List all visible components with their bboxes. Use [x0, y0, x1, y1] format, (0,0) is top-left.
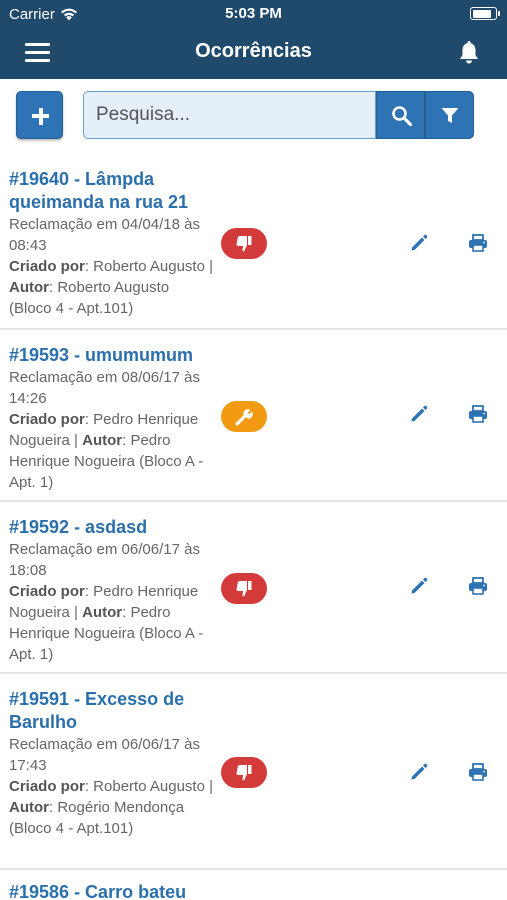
add-occurrence-button[interactable] — [16, 91, 63, 139]
printer-icon — [469, 405, 487, 423]
item-text: #19593 - umumumum Reclamação em 08/06/17 … — [9, 344, 214, 493]
print-button[interactable] — [467, 232, 489, 254]
item-authors: Criado por: Pedro Henrique Nogueira | Au… — [9, 409, 214, 493]
status-badge[interactable] — [221, 573, 267, 604]
edit-button[interactable] — [408, 232, 430, 254]
created-by-label: Criado por — [9, 258, 85, 275]
pencil-icon — [411, 405, 428, 422]
edit-button[interactable] — [408, 575, 430, 597]
item-authors: Criado por: Roberto Augusto | Autor: Rog… — [9, 776, 214, 839]
edit-button[interactable] — [408, 403, 430, 425]
created-by-value: : Roberto Augusto | — [84, 258, 213, 275]
status-badge[interactable] — [221, 757, 267, 788]
author-label: Autor — [9, 799, 49, 816]
item-title[interactable]: #19640 - Lâmpda queimanda na rua 21 — [9, 168, 214, 214]
print-button[interactable] — [467, 761, 489, 783]
edit-button[interactable] — [408, 761, 430, 783]
bell-icon[interactable] — [457, 40, 481, 66]
status-badge[interactable] — [221, 228, 267, 259]
item-authors: Criado por: Roberto Augusto | Autor: Rob… — [9, 256, 214, 319]
filter-button[interactable] — [425, 91, 474, 139]
created-by-label: Criado por — [9, 411, 85, 428]
printer-icon — [469, 234, 487, 252]
pencil-icon — [411, 234, 428, 251]
wrench-icon — [235, 409, 253, 426]
clock: 5:03 PM — [225, 5, 282, 22]
item-text: #19640 - Lâmpda queimanda na rua 21 Recla… — [9, 168, 214, 319]
item-date: Reclamação em 08/06/17 às 14:26 — [9, 369, 200, 407]
item-title[interactable]: #19591 - Excesso de Barulho — [9, 688, 214, 734]
list-item[interactable]: #19586 - Carro bateu — [0, 870, 507, 900]
thumbs-down-icon — [236, 765, 252, 781]
print-button[interactable] — [467, 403, 489, 425]
page-title: Ocorrências — [195, 40, 312, 62]
battery-level — [472, 9, 492, 18]
item-authors: Criado por: Pedro Henrique Nogueira | Au… — [9, 581, 214, 665]
created-by-label: Criado por — [9, 778, 85, 795]
search-button[interactable] — [376, 91, 425, 139]
list-item[interactable]: #19592 - asdasd Reclamação em 06/06/17 às… — [0, 502, 507, 674]
status-badge[interactable] — [221, 401, 267, 432]
item-date: Reclamação em 06/06/17 às 17:43 — [9, 736, 200, 774]
pencil-icon — [411, 577, 428, 594]
search-input[interactable] — [83, 91, 376, 139]
item-text: #19592 - asdasd Reclamação em 06/06/17 às… — [9, 516, 214, 665]
item-title[interactable]: #19592 - asdasd — [9, 516, 214, 539]
created-by-value: : Roberto Augusto | — [84, 778, 213, 795]
item-text: #19586 - Carro bateu — [9, 881, 214, 900]
item-text: #19591 - Excesso de Barulho Reclamação em… — [9, 688, 214, 839]
search-icon — [392, 106, 413, 127]
item-date: Reclamação em 04/04/18 às 08:43 — [9, 216, 200, 254]
print-button[interactable] — [467, 575, 489, 597]
thumbs-down-icon — [236, 581, 252, 597]
navigation-bar: Ocorrências — [0, 28, 507, 79]
battery-icon — [470, 7, 500, 20]
list-item[interactable]: #19640 - Lâmpda queimanda na rua 21 Recla… — [0, 154, 507, 330]
item-title[interactable]: #19586 - Carro bateu — [9, 881, 214, 900]
search-bar — [0, 79, 507, 154]
author-label: Autor — [82, 432, 123, 449]
printer-icon — [469, 763, 487, 781]
list-item[interactable]: #19591 - Excesso de Barulho Reclamação em… — [0, 674, 507, 870]
filter-icon — [441, 108, 459, 123]
author-label: Autor — [9, 279, 49, 296]
author-label: Autor — [82, 604, 123, 621]
created-by-label: Criado por — [9, 583, 85, 600]
printer-icon — [469, 577, 487, 595]
item-title[interactable]: #19593 - umumumum — [9, 344, 214, 367]
item-date: Reclamação em 06/06/17 às 18:08 — [9, 541, 200, 579]
list-item[interactable]: #19593 - umumumum Reclamação em 08/06/17 … — [0, 330, 507, 502]
status-bar: Carrier 5:03 PM — [0, 0, 507, 28]
thumbs-down-icon — [236, 236, 252, 252]
pencil-icon — [411, 763, 428, 780]
